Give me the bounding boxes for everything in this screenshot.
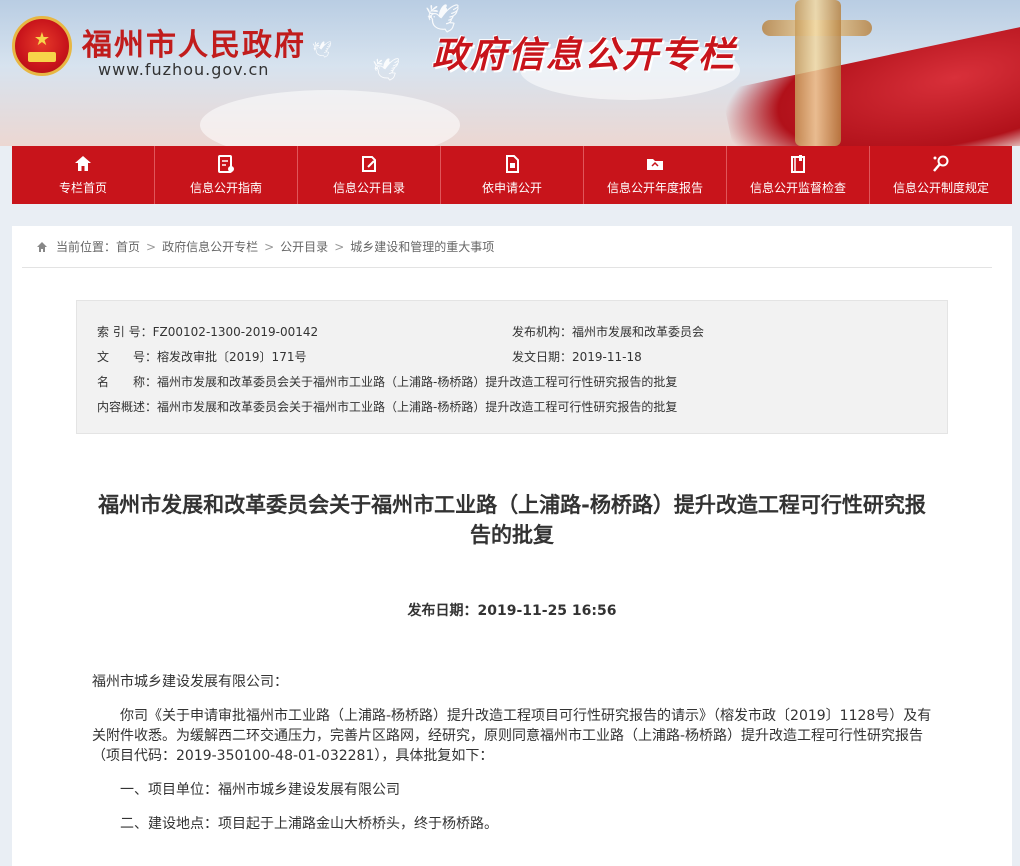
inspection-icon (791, 155, 805, 173)
huabiao-pillar-decoration (795, 0, 841, 146)
article-item: 二、建设地点：项目起于上浦路金山大桥桥头，终于杨桥路。 (120, 816, 498, 832)
nav-item-label: 专栏首页 (58, 181, 107, 195)
article-paragraph: 你司《关于申请审批福州市工业路（上浦路-杨桥路）提升改造工程项目可行性研究报告的… (92, 708, 932, 764)
pubdate-label: 发布日期： (407, 603, 478, 619)
content-panel: 当前位置： 首页 > 政府信息公开专栏 > 公开目录 > 城乡建设和管理的重大事… (12, 226, 1012, 866)
search-regulation-icon (933, 155, 949, 172)
meta-row-publisher: 发布机构：福州市发展和改革委员会 (512, 323, 704, 340)
main-nav: 专栏首页 信息公开指南 信息公开目录 依申请公开 信息公开年度报告 信息公开监督… (12, 146, 1012, 204)
nav-item-inspection[interactable]: 信息公开监督检查 (727, 146, 870, 204)
nav-item-label: 信息公开年度报告 (606, 181, 703, 195)
nav-item-annual-report[interactable]: 信息公开年度报告 (584, 146, 727, 204)
article-title: 福州市发展和改革委员会关于福州市工业路（上浦路-杨桥路）提升改造工程可行性研究报… (98, 493, 926, 547)
breadcrumb-link-home[interactable]: 首页 (116, 238, 140, 255)
site-name[interactable]: 福州市人民政府 (82, 20, 306, 64)
document-metadata-box: 索 引 号：FZ00102-1300-2019-00142 发布机构：福州市发展… (76, 300, 948, 434)
meta-value-publisher: 福州市发展和改革委员会 (572, 325, 705, 339)
nav-item-catalog[interactable]: 信息公开目录 (298, 146, 441, 204)
nav-item-label: 信息公开指南 (189, 181, 262, 195)
column-title: 政府信息公开专栏 (432, 35, 737, 76)
meta-label: 发布机构： (512, 325, 573, 339)
header-banner: 🕊 🕊 🕊 ★ 福州市人民政府 www.fuzhou.gov.cn 政府信息公开… (0, 0, 1020, 146)
nav-item-apply[interactable]: 依申请公开 (441, 146, 584, 204)
breadcrumb-separator: > (146, 239, 157, 254)
article-body: 福州市城乡建设发展有限公司： 你司《关于申请审批福州市工业路（上浦路-杨桥路）提… (92, 672, 932, 848)
folder-icon (647, 159, 663, 170)
dove-icon: 🕊 (312, 40, 333, 59)
meta-label: 内容概述： (97, 400, 158, 414)
meta-row-name: 名 称：福州市发展和改革委员会关于福州市工业路（上浦路-杨桥路）提升改造工程可行… (97, 373, 677, 390)
nav-item-guide[interactable]: 信息公开指南 (155, 146, 298, 204)
article-publish-date: 发布日期：2019-11-25 16:56 (12, 600, 1012, 620)
breadcrumb: 当前位置： 首页 > 政府信息公开专栏 > 公开目录 > 城乡建设和管理的重大事… (36, 238, 494, 255)
meta-label: 索 引 号： (97, 325, 153, 339)
nav-item-label: 依申请公开 (481, 181, 542, 195)
meta-label: 名 称： (97, 375, 158, 389)
national-emblem-icon[interactable]: ★ (12, 16, 72, 76)
document-icon (506, 155, 519, 173)
breadcrumb-link-catalog[interactable]: 公开目录 (280, 238, 328, 255)
site-url[interactable]: www.fuzhou.gov.cn (98, 60, 269, 79)
meta-row-docno: 文 号：榕发改审批〔2019〕171号 (97, 348, 306, 365)
home-icon (75, 156, 91, 171)
nav-item-label: 信息公开制度规定 (892, 181, 989, 195)
main-nav-wrapper: 专栏首页 信息公开指南 信息公开目录 依申请公开 信息公开年度报告 信息公开监督… (0, 146, 1020, 204)
home-icon (37, 241, 47, 252)
article-salutation: 福州市城乡建设发展有限公司： (92, 674, 288, 690)
meta-value-name: 福州市发展和改革委员会关于福州市工业路（上浦路-杨桥路）提升改造工程可行性研究报… (157, 375, 678, 389)
meta-value-date: 2019-11-18 (572, 350, 642, 364)
dove-icon: 🕊 (372, 58, 400, 83)
guide-icon (218, 155, 234, 173)
meta-row-summary: 内容概述：福州市发展和改革委员会关于福州市工业路（上浦路-杨桥路）提升改造工程可… (97, 398, 677, 415)
pubdate-value: 2019-11-25 16:56 (477, 603, 617, 619)
meta-value-summary: 福州市发展和改革委员会关于福州市工业路（上浦路-杨桥路）提升改造工程可行性研究报… (157, 400, 678, 414)
breadcrumb-prefix: 当前位置： (56, 240, 117, 254)
flag-decoration (721, 22, 1020, 146)
meta-value-index: FZ00102-1300-2019-00142 (152, 325, 319, 339)
catalog-icon (362, 156, 376, 172)
breadcrumb-separator: > (264, 239, 275, 254)
meta-label: 文 号： (97, 350, 158, 364)
meta-row-index: 索 引 号：FZ00102-1300-2019-00142 (97, 323, 318, 340)
breadcrumb-separator: > (334, 239, 345, 254)
cloud-decoration (200, 90, 460, 146)
breadcrumb-link-category[interactable]: 城乡建设和管理的重大事项 (350, 238, 494, 255)
nav-item-home[interactable]: 专栏首页 (12, 146, 155, 204)
breadcrumb-divider (22, 267, 992, 268)
article-item: 一、项目单位：福州市城乡建设发展有限公司 (120, 782, 400, 798)
nav-item-label: 信息公开目录 (332, 181, 405, 195)
nav-item-regulations[interactable]: 信息公开制度规定 (870, 146, 1012, 204)
breadcrumb-link-column[interactable]: 政府信息公开专栏 (162, 238, 258, 255)
meta-row-date: 发文日期：2019-11-18 (512, 348, 642, 365)
nav-item-label: 信息公开监督检查 (749, 181, 846, 195)
meta-label: 发文日期： (512, 350, 573, 364)
meta-value-docno: 榕发改审批〔2019〕171号 (157, 350, 307, 364)
